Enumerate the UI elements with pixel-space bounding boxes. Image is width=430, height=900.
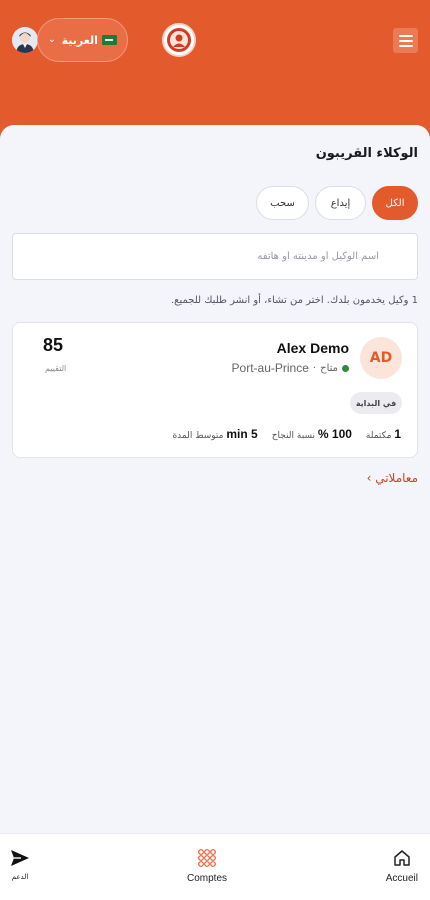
language-selector[interactable]: ⌄ العربية: [37, 18, 128, 62]
user-avatar-icon: [12, 27, 38, 53]
menu-line: [398, 34, 413, 37]
chevron-down-icon: ⌄: [48, 35, 56, 45]
page: ⌄ العربية الوكلاء القريبون الكل إيداع سح…: [0, 0, 430, 900]
saudi-flag-icon: [101, 35, 117, 45]
menu-line: [398, 39, 413, 42]
stat-duration: 5 min متوسط المدة: [172, 427, 257, 441]
stat-duration-label: متوسط المدة: [172, 431, 224, 441]
section-title: الوكلاء القريبون: [315, 146, 418, 161]
home-icon: [394, 850, 410, 866]
stat-success-value: 100 %: [317, 427, 352, 441]
agent-city: Port-au-Prince: [231, 361, 309, 375]
menu-button[interactable]: [393, 28, 418, 53]
app-header: ⌄ العربية: [0, 0, 430, 140]
nav-support[interactable]: الدعم: [10, 848, 30, 881]
meta-separator: ·: [312, 362, 317, 374]
agent-name: Alex Demo: [276, 340, 349, 356]
my-transactions-link[interactable]: معاملاتي ›: [367, 471, 418, 485]
nav-accounts-label: Comptes: [187, 873, 228, 884]
agent-status: متاح: [320, 362, 338, 374]
agent-score: 85: [43, 335, 64, 355]
stat-completed-label: مكتملة: [365, 431, 392, 441]
menu-line: [398, 44, 413, 47]
stat-completed-value: 1: [394, 427, 401, 441]
agent-score-label: التقييم: [45, 364, 67, 373]
language-label: العربية: [61, 33, 98, 47]
filter-deposit[interactable]: إيداع: [315, 186, 366, 220]
stat-completed: 1 مكتملة: [366, 427, 401, 441]
agent-level-badge: في البداية: [350, 392, 402, 414]
agents-info-text: 1 وكيل يخدمون بلدك. اختر من تشاء، أو انش…: [170, 295, 418, 306]
filter-all[interactable]: الكل: [372, 186, 418, 220]
agent-avatar: AD: [360, 337, 402, 379]
agent-stats: 1 مكتملة 100 % نسبة النجاح 5 min متوسط ا…: [172, 427, 401, 441]
nav-accounts[interactable]: Comptes: [187, 848, 227, 884]
bottom-nav: Accueil Comptes الدعم: [0, 833, 430, 900]
agent-card[interactable]: AD Alex Demo متاح · Port-au-Prince 85 ال…: [12, 322, 418, 458]
stat-duration-value: 5 min: [226, 427, 258, 441]
nav-support-label: الدعم: [11, 873, 29, 881]
content-sheet: الوكلاء القريبون الكل إيداع سحب 1 وكيل ي…: [0, 125, 430, 833]
logo-icon: [167, 28, 191, 52]
agent-meta: متاح · Port-au-Prince: [232, 361, 349, 375]
nav-home-label: Accueil: [385, 873, 418, 884]
send-icon: [11, 850, 29, 866]
nav-home[interactable]: Accueil: [386, 848, 418, 884]
filter-chips: الكل إيداع سحب: [256, 186, 418, 220]
stat-success-label: نسبة النجاح: [271, 431, 315, 441]
app-logo[interactable]: [162, 23, 196, 57]
grid-dots-icon: [198, 849, 216, 867]
user-avatar[interactable]: [12, 27, 38, 53]
stat-success: 100 % نسبة النجاح: [272, 427, 352, 441]
filter-withdraw[interactable]: سحب: [256, 186, 309, 220]
status-dot: [342, 364, 349, 372]
agent-search-input[interactable]: [12, 233, 418, 280]
